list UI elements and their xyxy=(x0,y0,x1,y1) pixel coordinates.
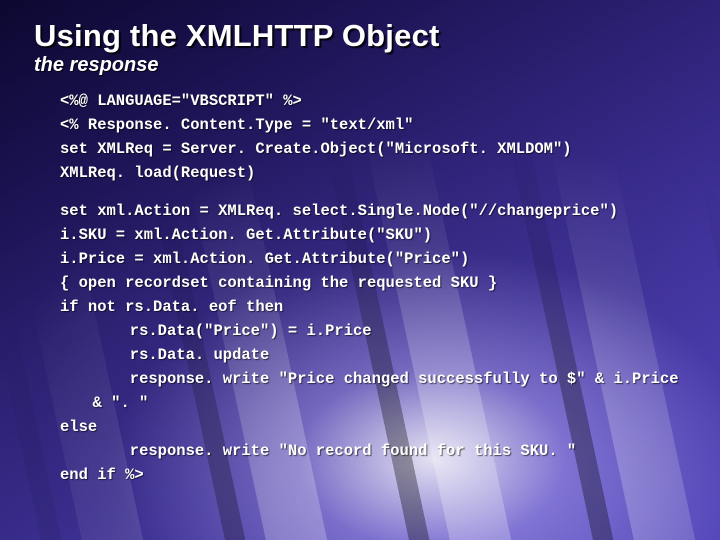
code-line: { open recordset containing the requeste… xyxy=(60,274,497,292)
code-line: rs.Data("Price") = i.Price xyxy=(60,319,372,343)
code-line: response. write "No record found for thi… xyxy=(60,439,576,463)
code-line: else xyxy=(60,418,97,436)
code-line: end if %> xyxy=(60,466,144,484)
code-line: set xml.Action = XMLReq. select.Single.N… xyxy=(60,202,618,220)
code-line: set XMLReq = Server. Create.Object("Micr… xyxy=(60,140,572,158)
code-line: rs.Data. update xyxy=(60,343,269,367)
code-block-2: set xml.Action = XMLReq. select.Single.N… xyxy=(34,199,690,487)
code-line: response. write "Price changed successfu… xyxy=(60,367,690,415)
slide-title: Using the XMLHTTP Object xyxy=(34,18,690,54)
code-line: XMLReq. load(Request) xyxy=(60,164,255,182)
code-line: if not rs.Data. eof then xyxy=(60,298,283,316)
code-line: i.Price = xml.Action. Get.Attribute("Pri… xyxy=(60,250,469,268)
code-line: <% Response. Content.Type = "text/xml" xyxy=(60,116,413,134)
code-line: <%@ LANGUAGE="VBSCRIPT" %> xyxy=(60,92,302,110)
slide-subtitle: the response xyxy=(34,54,690,77)
code-line: i.SKU = xml.Action. Get.Attribute("SKU") xyxy=(60,226,432,244)
code-block-1: <%@ LANGUAGE="VBSCRIPT" %> <% Response. … xyxy=(34,89,690,185)
